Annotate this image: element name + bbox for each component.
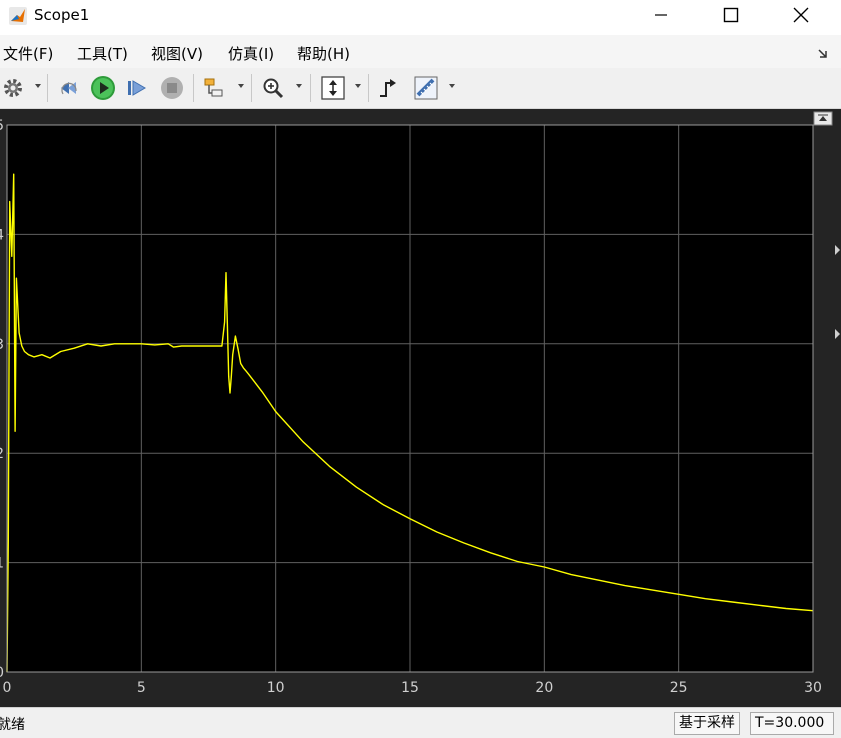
toolbar-separator: [310, 74, 311, 102]
window-title: Scope1: [34, 6, 90, 24]
minimize-icon: [655, 14, 667, 16]
x-tick-label: 5: [137, 680, 146, 696]
menu-tools[interactable]: 工具(T): [77, 43, 128, 64]
toolbar-separator: [47, 74, 48, 102]
x-tick-label: 0: [3, 680, 12, 696]
autoscale-dropdown-arrow[interactable]: [355, 84, 361, 88]
y-tick-label: 1: [0, 556, 4, 572]
x-tick-label: 25: [670, 680, 688, 696]
toolbar-separator: [251, 74, 252, 102]
measure-dropdown-arrow[interactable]: [449, 84, 455, 88]
menu-simulation[interactable]: 仿真(I): [228, 43, 274, 64]
scope-plot[interactable]: 0 5 10 15 20 25 30 0 1 2 3 4 5: [0, 109, 841, 707]
x-tick-label: 10: [267, 680, 285, 696]
toolbar-separator: [193, 74, 194, 102]
right-resize-arrow-icon[interactable]: [835, 329, 840, 339]
y-tick-labels: 0 1 2 3 4 5: [0, 118, 4, 681]
scope-display[interactable]: 0 5 10 15 20 25 30 0 1 2 3 4 5: [0, 109, 841, 707]
x-tick-labels: 0 5 10 15 20 25 30: [3, 680, 822, 696]
stop-icon[interactable]: [159, 75, 185, 101]
y-tick-label: 3: [0, 337, 4, 353]
highlight-dropdown-arrow[interactable]: [238, 84, 244, 88]
y-tick-label: 5: [0, 118, 4, 134]
x-tick-label: 30: [804, 680, 822, 696]
maximize-axes-button[interactable]: [813, 111, 833, 126]
autoscale-icon[interactable]: [320, 75, 346, 101]
x-tick-label: 20: [535, 680, 553, 696]
y-tick-label: 0: [0, 665, 4, 681]
settings-dropdown-arrow[interactable]: [35, 84, 41, 88]
close-icon: [793, 7, 809, 23]
toolbar-separator: [368, 74, 369, 102]
measure-icon[interactable]: [413, 75, 439, 101]
step-forward-icon[interactable]: [124, 75, 150, 101]
menu-bar: 文件(F) 工具(T) 视图(V) 仿真(I) 帮助(H): [0, 35, 841, 68]
close-button[interactable]: [766, 0, 836, 30]
simulation-time-indicator: T=30.000: [750, 712, 834, 735]
y-tick-label: 2: [0, 446, 4, 462]
zoom-in-icon[interactable]: [260, 75, 286, 101]
trigger-icon[interactable]: [376, 75, 402, 101]
run-icon[interactable]: [90, 75, 116, 101]
settings-gear-icon[interactable]: [0, 75, 26, 101]
status-ready-text: 就绪: [0, 717, 25, 733]
zoom-dropdown-arrow[interactable]: [296, 84, 302, 88]
undock-arrow-icon[interactable]: [818, 47, 830, 59]
menu-help[interactable]: 帮助(H): [297, 43, 350, 64]
right-resize-arrow-icon[interactable]: [835, 245, 840, 255]
matlab-logo-icon: [9, 7, 27, 25]
menu-view[interactable]: 视图(V): [151, 43, 203, 64]
highlight-block-icon[interactable]: [201, 75, 227, 101]
status-bar: 就绪 基于采样 T=30.000: [0, 707, 841, 738]
title-bar: Scope1: [0, 0, 841, 35]
step-back-icon[interactable]: [56, 75, 82, 101]
minimize-button[interactable]: [626, 0, 696, 30]
maximize-button[interactable]: [696, 0, 766, 30]
menu-file[interactable]: 文件(F): [3, 43, 53, 64]
sample-mode-indicator: 基于采样: [674, 712, 740, 735]
y-tick-label: 4: [0, 227, 4, 243]
maximize-icon: [723, 7, 739, 23]
toolbar: [0, 68, 841, 109]
x-tick-label: 15: [401, 680, 419, 696]
